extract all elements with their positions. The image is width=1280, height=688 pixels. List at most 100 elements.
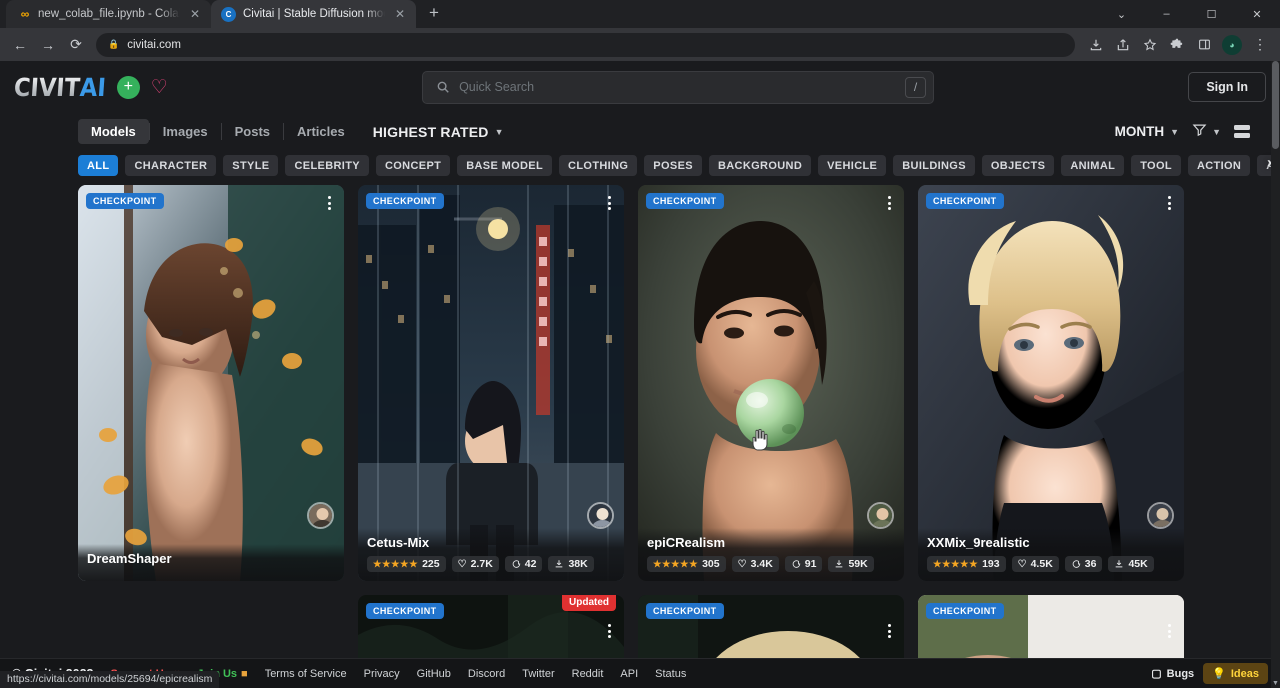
model-card[interactable]: CHECKPOINT Cetus-Mix ★★★★★ 225 ♡ 2.7K	[358, 185, 624, 581]
footer-link-terms[interactable]: Terms of Service	[265, 668, 347, 680]
model-card[interactable]: CHECKPOINT XXMix_9realistic ★★★★★ 193 ♡ …	[918, 185, 1184, 581]
category-chip-base-model[interactable]: BASE MODEL	[457, 155, 552, 176]
card-menu-icon[interactable]	[605, 193, 614, 213]
comment-stat: 91	[785, 556, 823, 572]
tab-articles[interactable]: Articles	[284, 119, 358, 144]
content-type-tabs: Models Images Posts Articles	[78, 119, 358, 144]
close-icon[interactable]: ✕	[392, 6, 408, 22]
footer-link-api[interactable]: API	[620, 668, 638, 680]
category-chip-all[interactable]: ALL	[78, 155, 118, 176]
layout-toggle-icon[interactable]	[1234, 125, 1250, 138]
category-chip-poses[interactable]: POSES	[644, 155, 702, 176]
footer-link-twitter[interactable]: Twitter	[522, 668, 554, 680]
search-input[interactable]: Quick Search /	[422, 71, 934, 104]
install-icon[interactable]	[1083, 32, 1109, 58]
civitai-logo[interactable]: CIVITAI	[14, 75, 106, 100]
sort-dropdown[interactable]: HIGHEST RATED ▼	[373, 124, 504, 140]
address-bar[interactable]: 🔒 civitai.com	[96, 33, 1075, 57]
bugs-button[interactable]: ▢ Bugs	[1151, 667, 1194, 680]
avatar[interactable]	[1147, 502, 1174, 529]
footer-link-discord[interactable]: Discord	[468, 668, 505, 680]
extensions-icon[interactable]	[1164, 32, 1190, 58]
heart-icon[interactable]: ♡	[151, 78, 168, 97]
model-type-badge: CHECKPOINT	[646, 193, 724, 209]
filter-button[interactable]: ▼	[1192, 122, 1221, 142]
category-chip-background[interactable]: BACKGROUND	[709, 155, 811, 176]
tab-models[interactable]: Models	[78, 119, 149, 144]
search-placeholder: Quick Search	[459, 80, 896, 94]
ideas-button[interactable]: 💡 Ideas	[1203, 663, 1268, 684]
model-type-badge: CHECKPOINT	[366, 603, 444, 619]
browser-tab-colab[interactable]: ∞ new_colab_file.ipynb - Colaborat ✕	[6, 0, 211, 28]
download-count: 45K	[1128, 558, 1147, 570]
civitai-page: CIVITAI + ♡ Quick Search / Sign In Model…	[0, 61, 1280, 688]
rating-count: 225	[422, 558, 440, 570]
category-chip-objects[interactable]: OBJECTS	[982, 155, 1054, 176]
rating-stat: ★★★★★ 193	[927, 556, 1006, 572]
comment-count: 36	[1085, 558, 1097, 570]
card-menu-icon[interactable]	[605, 621, 614, 641]
updated-badge: Updated	[562, 595, 616, 611]
avatar[interactable]	[307, 502, 334, 529]
avatar[interactable]	[587, 502, 614, 529]
period-dropdown[interactable]: MONTH ▼	[1115, 124, 1179, 139]
comment-icon	[1071, 559, 1081, 569]
tab-posts[interactable]: Posts	[222, 119, 283, 144]
category-chip-character[interactable]: CHARACTER	[125, 155, 216, 176]
category-chip-style[interactable]: STYLE	[223, 155, 278, 176]
create-button[interactable]: +	[117, 76, 140, 99]
brand-area: CIVITAI + ♡	[14, 75, 168, 100]
scrollbar-thumb[interactable]	[1272, 61, 1279, 149]
category-chip-tool[interactable]: TOOL	[1131, 155, 1181, 176]
back-icon[interactable]: ←	[7, 32, 33, 58]
model-card[interactable]: CHECKPOINT epiCRealism ★★★★★ 305 ♡ 3.4K	[638, 185, 904, 581]
heart-icon: ♡	[458, 559, 467, 570]
maximize-button[interactable]: ☐	[1189, 0, 1234, 28]
browser-tab-civitai[interactable]: C Civitai | Stable Diffusion models, ✕	[211, 0, 416, 28]
footer-link-github[interactable]: GitHub	[417, 668, 451, 680]
category-chip-celebrity[interactable]: CELEBRITY	[285, 155, 369, 176]
scroll-down-icon[interactable]: ▼	[1271, 678, 1280, 688]
like-count: 2.7K	[471, 558, 493, 570]
close-icon[interactable]: ✕	[187, 6, 203, 22]
footer-link-status[interactable]: Status	[655, 668, 686, 680]
sign-in-button[interactable]: Sign In	[1188, 72, 1266, 102]
category-chip-vehicle[interactable]: VEHICLE	[818, 155, 886, 176]
card-menu-icon[interactable]	[1165, 193, 1174, 213]
page-scrollbar[interactable]: ▲ ▼	[1271, 61, 1280, 688]
model-thumbnail	[78, 185, 344, 581]
share-icon[interactable]	[1110, 32, 1136, 58]
category-chip-action[interactable]: ACTION	[1188, 155, 1250, 176]
card-menu-icon[interactable]	[325, 193, 334, 213]
model-card[interactable]: CHECKPOINT DreamShaper	[78, 185, 344, 581]
category-chip-clothing[interactable]: CLOTHING	[559, 155, 637, 176]
card-menu-icon[interactable]	[885, 621, 894, 641]
ideas-label: Ideas	[1231, 668, 1259, 680]
category-chip-concept[interactable]: CONCEPT	[376, 155, 450, 176]
download-icon	[1114, 559, 1124, 569]
category-chip-animal[interactable]: ANIMAL	[1061, 155, 1124, 176]
model-type-badge: CHECKPOINT	[926, 603, 1004, 619]
card-menu-icon[interactable]	[1165, 621, 1174, 641]
reload-icon[interactable]: ⟳	[63, 32, 89, 58]
bookmark-star-icon[interactable]	[1137, 32, 1163, 58]
sort-value: HIGHEST RATED	[373, 124, 489, 140]
minimize-button[interactable]: –	[1144, 0, 1189, 28]
window-close-button[interactable]: ✕	[1234, 0, 1280, 28]
forward-icon[interactable]: →	[35, 32, 61, 58]
menu-dots-icon[interactable]: ⋮	[1247, 32, 1273, 58]
rating-stat: ★★★★★ 305	[647, 556, 726, 572]
card-menu-icon[interactable]	[885, 193, 894, 213]
footer-link-reddit[interactable]: Reddit	[572, 668, 604, 680]
side-panel-icon[interactable]	[1191, 32, 1217, 58]
profile-avatar[interactable]: ◕	[1222, 35, 1242, 55]
tab-search-icon[interactable]: ⌄	[1099, 0, 1144, 28]
period-value: MONTH	[1115, 124, 1165, 139]
card-footer: XXMix_9realistic ★★★★★ 193 ♡ 4.5K 3	[918, 528, 1184, 581]
like-stat: ♡ 3.4K	[732, 556, 779, 572]
tab-images[interactable]: Images	[150, 119, 221, 144]
footer-link-privacy[interactable]: Privacy	[364, 668, 400, 680]
avatar[interactable]	[867, 502, 894, 529]
category-chip-buildings[interactable]: BUILDINGS	[893, 155, 975, 176]
new-tab-button[interactable]: +	[420, 0, 448, 27]
